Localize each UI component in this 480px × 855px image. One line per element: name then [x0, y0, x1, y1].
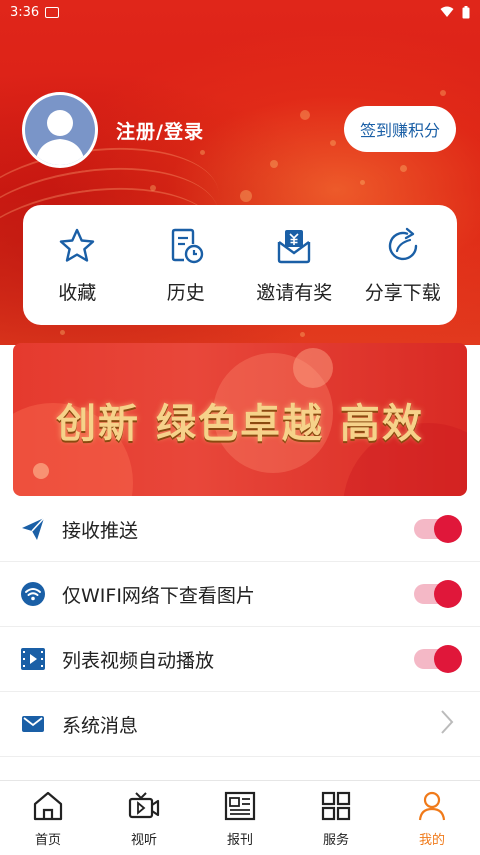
- newspaper-icon: [224, 791, 256, 820]
- background-sparkle: [150, 185, 156, 191]
- setting-row-system-messages[interactable]: 系统消息: [0, 692, 480, 757]
- setting-label: 仅WIFI网络下查看图片: [62, 584, 255, 607]
- tab-newspaper[interactable]: 报刊: [192, 781, 288, 855]
- background-sparkle: [300, 332, 305, 337]
- autoplay-toggle[interactable]: [414, 645, 462, 673]
- quick-action-label: 历史: [166, 281, 205, 304]
- home-icon: [33, 791, 63, 820]
- setting-row-wifi-images[interactable]: 仅WIFI网络下查看图片: [0, 562, 480, 627]
- background-sparkle: [270, 160, 278, 168]
- tab-label: 报刊: [226, 832, 253, 848]
- quick-action-invite[interactable]: 邀请有奖: [240, 226, 348, 305]
- quick-action-share[interactable]: 分享下载: [349, 226, 457, 305]
- wifi-icon: [20, 581, 46, 607]
- bottom-tab-bar: 首页 视听 报刊 服务 我的: [0, 780, 480, 855]
- quick-action-label: 邀请有奖: [256, 281, 333, 304]
- battery-icon: [462, 5, 470, 18]
- setting-label: 接收推送: [62, 519, 139, 542]
- status-indicators: [440, 5, 470, 19]
- setting-label: 系统消息: [62, 714, 139, 737]
- quick-action-label: 收藏: [58, 281, 97, 304]
- background-sparkle: [300, 110, 310, 120]
- send-icon: [20, 516, 46, 542]
- background-sparkle: [440, 90, 446, 96]
- share-icon: [388, 227, 417, 260]
- invite-icon: [278, 229, 311, 263]
- profile-section[interactable]: 注册/登录: [22, 92, 204, 168]
- tab-label: 我的: [418, 832, 445, 848]
- avatar[interactable]: [22, 92, 98, 168]
- user-icon: [418, 791, 446, 820]
- tab-label: 服务: [322, 832, 349, 848]
- background-sparkle: [330, 140, 336, 146]
- quick-action-history[interactable]: 历史: [132, 226, 240, 305]
- background-sparkle: [360, 180, 365, 185]
- status-time: 3:36: [10, 4, 40, 20]
- mail-icon: [20, 711, 46, 737]
- banner-decoration: [33, 463, 49, 479]
- background-sparkle: [60, 330, 65, 335]
- quick-actions-card: 收藏 历史 邀请有奖 分享下载: [23, 205, 457, 325]
- wifi-signal-icon: [440, 6, 454, 17]
- notification-icon: [45, 6, 60, 18]
- star-icon: [60, 228, 95, 262]
- background-sparkle: [240, 190, 252, 202]
- tab-mine[interactable]: 我的: [384, 781, 480, 855]
- login-link[interactable]: 注册/登录: [116, 117, 204, 144]
- tab-services[interactable]: 服务: [288, 781, 384, 855]
- tab-label: 视听: [130, 832, 157, 848]
- banner-decoration: [293, 348, 333, 388]
- background-sparkle: [400, 165, 407, 172]
- quick-action-label: 分享下载: [364, 281, 441, 304]
- chevron-right-icon: [440, 709, 454, 739]
- wifi-images-toggle[interactable]: [414, 580, 462, 608]
- setting-row-push[interactable]: 接收推送: [0, 497, 480, 562]
- push-toggle[interactable]: [414, 515, 462, 543]
- video-icon: [20, 646, 46, 672]
- banner-slogan: 创新 绿色卓越 高效: [56, 400, 424, 447]
- tab-label: 首页: [34, 832, 61, 848]
- setting-label: 列表视频自动播放: [62, 649, 215, 672]
- settings-list: 接收推送 仅WIFI网络下查看图片 列表视频自动播放 系统消息: [0, 497, 480, 757]
- default-avatar-icon: [35, 110, 85, 165]
- grid-icon: [321, 791, 351, 820]
- video-camera-icon: [128, 791, 160, 818]
- setting-row-autoplay[interactable]: 列表视频自动播放: [0, 627, 480, 692]
- tab-home[interactable]: 首页: [0, 781, 96, 855]
- promo-banner[interactable]: 创新 绿色卓越 高效: [13, 343, 467, 496]
- status-bar: 3:36: [0, 0, 480, 24]
- quick-action-favorites[interactable]: 收藏: [23, 226, 131, 305]
- history-icon: [171, 228, 203, 263]
- tab-video[interactable]: 视听: [96, 781, 192, 855]
- checkin-button[interactable]: 签到赚积分: [344, 106, 456, 152]
